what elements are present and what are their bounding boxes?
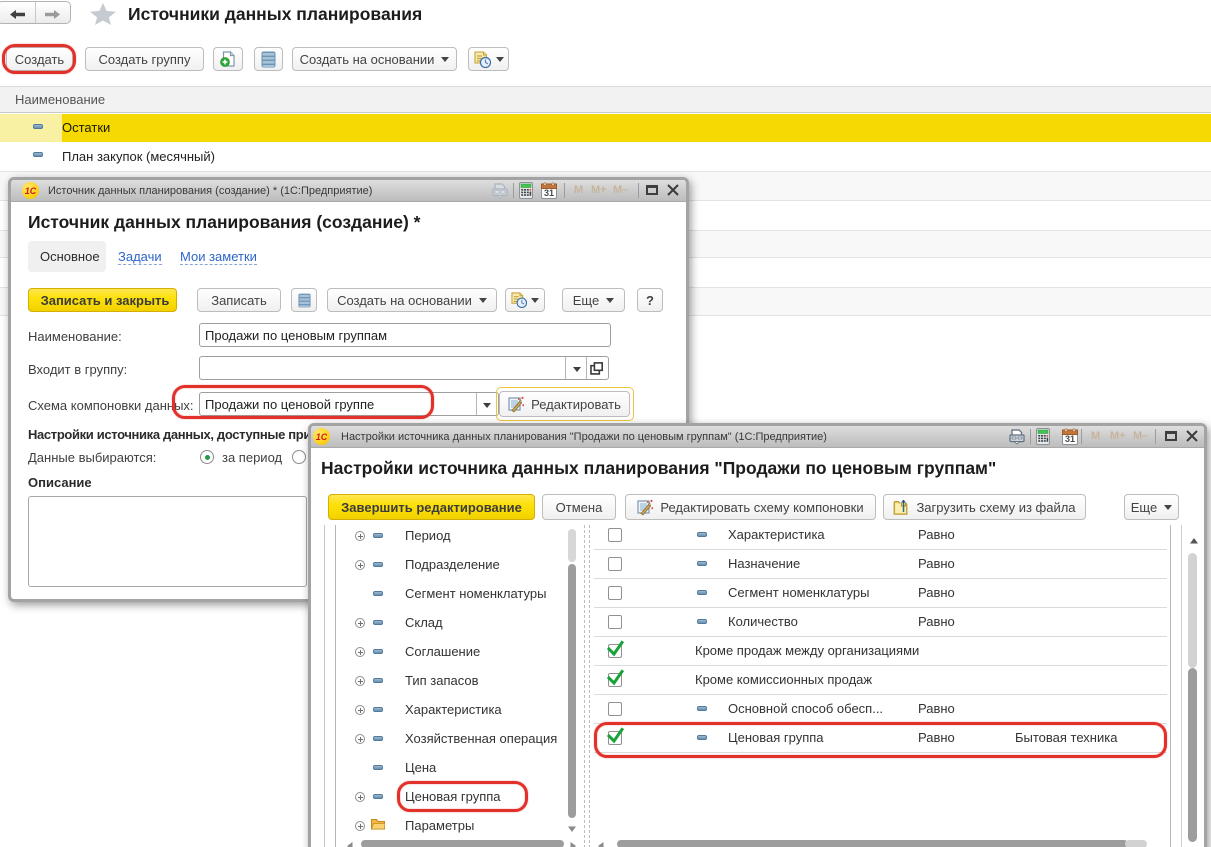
svg-text:31: 31 bbox=[544, 188, 554, 198]
svg-text:31: 31 bbox=[1065, 434, 1075, 444]
